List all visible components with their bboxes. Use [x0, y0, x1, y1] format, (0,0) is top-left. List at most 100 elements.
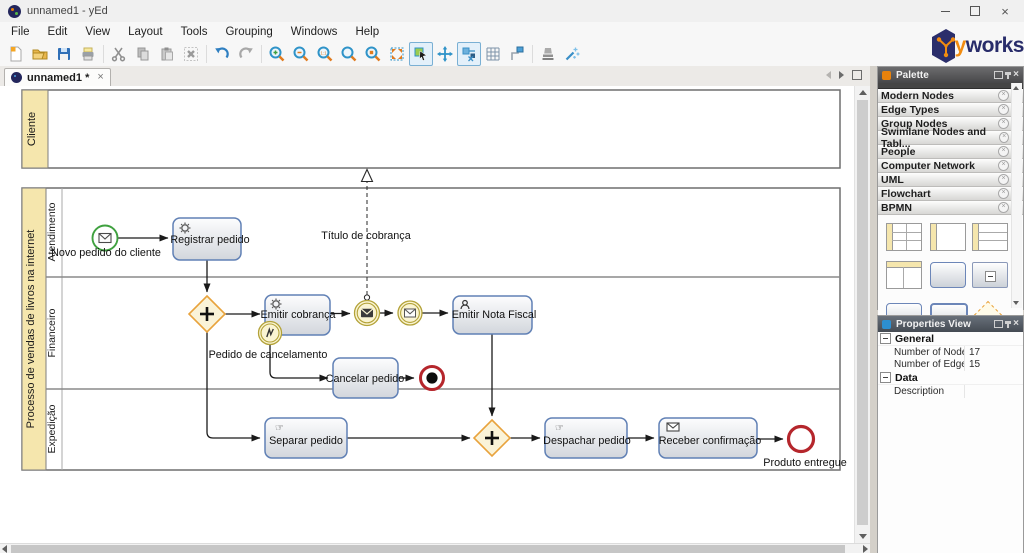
scroll-up-icon[interactable]: [1013, 86, 1019, 90]
scroll-tabs-right-icon[interactable]: [839, 71, 844, 79]
task-despachar-pedido[interactable]: ☞ Despachar pedido: [543, 418, 631, 458]
collapse-icon[interactable]: [880, 372, 891, 383]
delete-button[interactable]: [179, 42, 203, 66]
collapse-icon[interactable]: [880, 333, 891, 344]
layout-stamp-button[interactable]: [536, 42, 560, 66]
section-collapse-icon[interactable]: ×: [998, 104, 1009, 115]
palette-section-bpmn[interactable]: BPMN×: [878, 201, 1023, 215]
label-titulo-cobranca[interactable]: Título de cobrança: [321, 230, 410, 242]
property-value[interactable]: [964, 385, 1023, 398]
pan-mode-button[interactable]: [433, 42, 457, 66]
zoom-to-selection-button[interactable]: [361, 42, 385, 66]
tab-unnamed1[interactable]: unnamed1 * ×: [4, 68, 111, 86]
pin-panel-icon[interactable]: [1007, 72, 1009, 79]
palette-header[interactable]: Palette ×: [878, 67, 1023, 83]
edit-mode-button[interactable]: [409, 42, 433, 66]
zoom-in-button[interactable]: [265, 42, 289, 66]
palette-item-pool-rows[interactable]: [972, 223, 1008, 251]
magic-wand-button[interactable]: [560, 42, 584, 66]
boundary-event-error[interactable]: [259, 322, 282, 345]
horizontal-scroll-thumb[interactable]: [11, 545, 845, 553]
task-emitir-nota-fiscal[interactable]: Emitir Nota Fiscal: [452, 296, 537, 334]
close-panel-icon[interactable]: ×: [1013, 319, 1019, 329]
paste-button[interactable]: [155, 42, 179, 66]
intermediate-event-message-catch[interactable]: [398, 301, 422, 325]
undo-button[interactable]: [210, 42, 234, 66]
property-row-description[interactable]: Description: [878, 385, 1023, 398]
canvas-vertical-scrollbar[interactable]: [854, 86, 871, 543]
property-row-number-of-nodes[interactable]: Number of Nodes 17: [878, 346, 1023, 359]
property-row-number-of-edges[interactable]: Number of Edges 15: [878, 359, 1023, 372]
canvas-horizontal-scrollbar[interactable]: [0, 543, 870, 553]
open-button[interactable]: [28, 42, 52, 66]
section-collapse-icon[interactable]: ×: [998, 188, 1009, 199]
zoom-button[interactable]: [337, 42, 361, 66]
grid-button[interactable]: [481, 42, 505, 66]
menu-help[interactable]: Help: [346, 22, 388, 42]
label-produto-entregue[interactable]: Produto entregue: [763, 457, 846, 469]
section-collapse-icon[interactable]: ×: [998, 174, 1009, 185]
palette-section-swimlane-nodes[interactable]: Swimlane Nodes and Tabl...×: [878, 131, 1023, 145]
redo-button[interactable]: [234, 42, 258, 66]
maximize-button[interactable]: [960, 0, 990, 22]
palette-item-group-node[interactable]: [972, 262, 1008, 288]
diagram-canvas[interactable]: Cliente Processo de vendas de livros na …: [0, 86, 854, 543]
cut-button[interactable]: [107, 42, 131, 66]
close-panel-icon[interactable]: ×: [1013, 70, 1019, 80]
copy-button[interactable]: [131, 42, 155, 66]
palette-section-modern-nodes[interactable]: Modern Nodes×: [878, 89, 1023, 103]
menu-layout[interactable]: Layout: [119, 22, 172, 42]
snap-lines-button[interactable]: [457, 42, 481, 66]
palette-section-computer-network[interactable]: Computer Network×: [878, 159, 1023, 173]
palette-item-task[interactable]: [930, 262, 966, 288]
menu-grouping[interactable]: Grouping: [216, 22, 281, 42]
palette-item-pool-columns[interactable]: [886, 261, 922, 289]
menu-file[interactable]: File: [2, 22, 39, 42]
float-panel-icon[interactable]: [994, 71, 1003, 79]
task-registrar-pedido[interactable]: Registrar pedido: [170, 218, 249, 260]
palette-scrollbar[interactable]: [1011, 83, 1022, 308]
palette-item-pool-empty[interactable]: [930, 223, 966, 251]
float-panel-icon[interactable]: [994, 320, 1003, 328]
section-collapse-icon[interactable]: ×: [998, 202, 1009, 213]
vertical-scroll-thumb[interactable]: [857, 100, 868, 525]
new-document-button[interactable]: [4, 42, 28, 66]
minimize-button[interactable]: [930, 0, 960, 22]
task-separar-pedido[interactable]: ☞ Separar pedido: [265, 418, 347, 458]
menu-tools[interactable]: Tools: [172, 22, 217, 42]
end-event-cancelado[interactable]: [421, 367, 444, 390]
scroll-down-icon[interactable]: [859, 534, 867, 539]
palette-section-uml[interactable]: UML×: [878, 173, 1023, 187]
palette-section-flowchart[interactable]: Flowchart×: [878, 187, 1023, 201]
menu-windows[interactable]: Windows: [282, 22, 347, 42]
maximize-editor-icon[interactable]: [852, 70, 862, 80]
intermediate-event-message-throw[interactable]: [355, 301, 380, 326]
label-pedido-cancelamento[interactable]: Pedido de cancelamento: [209, 349, 328, 361]
scroll-left-icon[interactable]: [2, 545, 7, 553]
properties-group-data[interactable]: Data: [878, 371, 1023, 385]
section-collapse-icon[interactable]: ×: [998, 160, 1009, 171]
palette-item-pool-grid[interactable]: [886, 223, 922, 251]
zoom-out-button[interactable]: [289, 42, 313, 66]
pool-cliente[interactable]: Cliente: [22, 90, 840, 168]
section-collapse-icon[interactable]: ×: [998, 118, 1009, 129]
tab-close-icon[interactable]: ×: [97, 72, 103, 83]
close-button[interactable]: ×: [990, 0, 1020, 22]
scroll-tabs-left-icon[interactable]: [826, 71, 831, 79]
scroll-up-icon[interactable]: [859, 90, 867, 95]
section-collapse-icon[interactable]: ×: [998, 146, 1009, 157]
scroll-down-icon[interactable]: [1013, 301, 1019, 305]
menu-view[interactable]: View: [76, 22, 119, 42]
properties-group-general[interactable]: General: [878, 332, 1023, 346]
scroll-right-icon[interactable]: [863, 545, 868, 553]
label-novo-pedido[interactable]: Novo pedido do cliente: [51, 247, 161, 259]
palette-section-edge-types[interactable]: Edge Types×: [878, 103, 1023, 117]
fit-content-button[interactable]: [385, 42, 409, 66]
orthogonal-edges-button[interactable]: [505, 42, 529, 66]
section-collapse-icon[interactable]: ×: [998, 90, 1009, 101]
section-collapse-icon[interactable]: ×: [999, 132, 1009, 143]
end-event-produto-entregue[interactable]: [789, 427, 814, 452]
task-receber-confirmacao[interactable]: Receber confirmação: [659, 418, 762, 458]
zoom-actual-size-button[interactable]: 1:1: [313, 42, 337, 66]
pin-panel-icon[interactable]: [1007, 321, 1009, 328]
